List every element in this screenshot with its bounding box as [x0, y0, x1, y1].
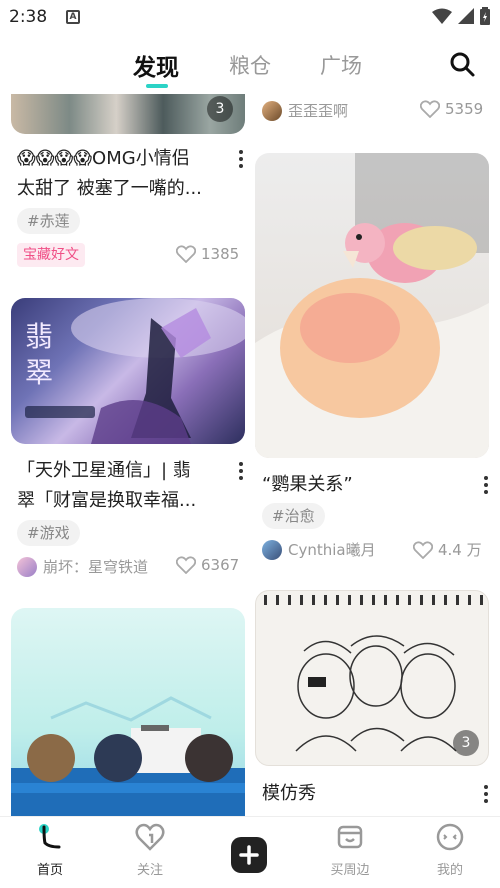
tab-granary[interactable]: 粮仓 [229, 50, 271, 80]
post-artwork [11, 696, 245, 816]
plus-icon [239, 845, 259, 865]
avatar [262, 100, 282, 121]
nav-me[interactable]: 我的 [410, 823, 490, 878]
like-button[interactable]: 6367 [176, 556, 239, 574]
bottom-nav: 首页 关注 买周边 我的 [0, 816, 500, 888]
like-count: 1385 [201, 245, 240, 263]
like-count: 6367 [201, 556, 240, 574]
post-title[interactable]: “鹦果关系” [262, 470, 462, 500]
image-count-badge: 3 [207, 96, 233, 122]
avatar [262, 539, 282, 560]
tab-underline [146, 84, 168, 88]
like-count: 5359 [445, 100, 484, 118]
shop-icon [337, 825, 363, 849]
post-title[interactable]: 「天外卫星通信」| 翡 翠「财富是换取幸福... [17, 456, 232, 516]
like-button[interactable]: 5359 [420, 100, 483, 118]
post-image[interactable] [255, 153, 489, 458]
heart-icon [176, 556, 196, 574]
author-name: 崩坏：星穹铁道 [43, 558, 149, 576]
battery-icon [480, 7, 490, 25]
like-button[interactable]: 4.4 万 [413, 539, 482, 560]
featured-badge: 宝藏好文 [17, 243, 85, 267]
author-name: Cynthia曦月 [288, 541, 376, 559]
like-button[interactable]: 1385 [176, 245, 239, 263]
face-icon [436, 823, 464, 851]
nav-label: 买周边 [330, 863, 370, 878]
status-time: 2:38 [9, 7, 48, 27]
svg-text:翡: 翡 [25, 320, 53, 353]
top-nav: 发现 粮仓 广场 [0, 44, 500, 92]
more-icon[interactable] [483, 785, 489, 807]
more-icon[interactable] [238, 462, 244, 484]
heart-icon [135, 823, 165, 851]
topic-tag[interactable]: #治愈 [262, 503, 325, 529]
nav-label: 我的 [436, 863, 463, 878]
post-image[interactable]: 3 [11, 94, 245, 134]
feed: 3 😱😱😱😱OMG小情侣 太甜了 被塞了一嘴的... #赤莲 宝藏好文 1385… [0, 94, 500, 816]
heart-icon [176, 245, 196, 263]
svg-text:翠: 翠 [25, 356, 53, 389]
nav-label: 关注 [136, 863, 163, 878]
tab-square[interactable]: 广场 [320, 50, 362, 80]
more-icon[interactable] [483, 476, 489, 498]
search-icon[interactable] [448, 50, 476, 78]
wifi-icon [432, 8, 452, 24]
author[interactable]: 崩坏：星穹铁道 [17, 556, 148, 577]
post-image[interactable]: 3 [255, 590, 489, 766]
a-icon: A [66, 10, 80, 24]
post-title-line: 「天外卫星通信」| 翡 [17, 460, 191, 481]
post-title[interactable]: 模仿秀 [262, 779, 462, 809]
home-icon [39, 824, 61, 849]
author-name: 歪歪歪啊 [288, 102, 349, 120]
post-artwork [255, 153, 489, 458]
signal-icon [458, 8, 474, 24]
post-image[interactable]: 翡 翠 [11, 298, 245, 444]
post-artwork: 翡 翠 [25, 298, 245, 444]
tab-discover[interactable]: 发现 [133, 48, 179, 82]
image-count-badge: 3 [453, 730, 479, 756]
author[interactable]: Cynthia曦月 [262, 539, 376, 560]
nav-shop[interactable]: 买周边 [310, 823, 390, 878]
more-icon[interactable] [238, 150, 244, 172]
post-title-line: 😱😱😱😱OMG小情侣 [17, 148, 190, 169]
status-icons [432, 7, 490, 25]
nav-follow[interactable]: 关注 [110, 823, 190, 878]
heart-icon [413, 540, 433, 559]
post-image[interactable] [11, 608, 245, 816]
create-post-button[interactable] [231, 837, 267, 873]
like-count: 4.4 万 [438, 541, 482, 559]
nav-label: 首页 [36, 863, 63, 878]
post-title[interactable]: 😱😱😱😱OMG小情侣 太甜了 被塞了一嘴的... [17, 144, 232, 204]
author[interactable]: 歪歪歪啊 [262, 100, 348, 121]
topic-tag[interactable]: #游戏 [17, 520, 80, 546]
status-bar: 2:38 A [0, 0, 500, 34]
post-title-line: 太甜了 被塞了一嘴的... [17, 178, 202, 199]
post-title-line: 翠「财富是换取幸福... [17, 490, 197, 511]
topic-tag[interactable]: #赤莲 [17, 208, 80, 234]
nav-home[interactable]: 首页 [10, 823, 90, 878]
avatar [17, 556, 37, 577]
heart-icon [420, 100, 440, 118]
